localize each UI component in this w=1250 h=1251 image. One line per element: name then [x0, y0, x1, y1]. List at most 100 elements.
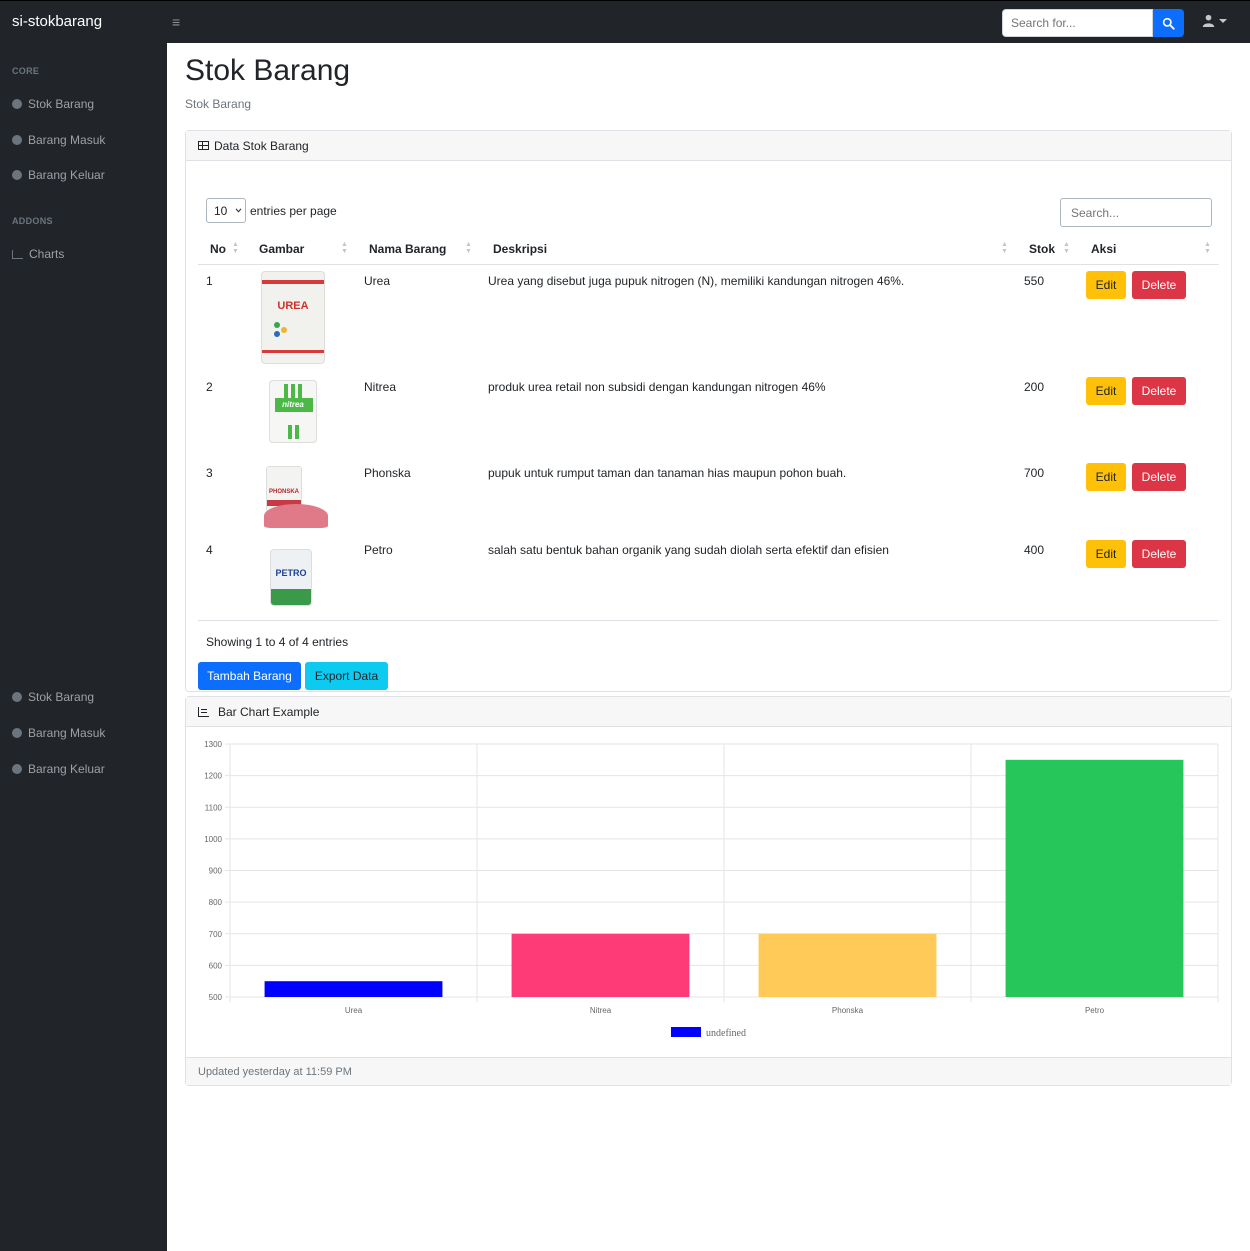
edit-button[interactable]: Edit [1086, 463, 1126, 491]
bag-stripe [288, 425, 292, 439]
caret-down-icon [1219, 18, 1227, 23]
chart-bar-icon [198, 706, 209, 717]
page-title: Stok Barang [185, 54, 351, 87]
bar-petro [1005, 759, 1184, 997]
delete-button[interactable]: Delete [1132, 271, 1186, 299]
cell-stok: 200 [1024, 380, 1045, 394]
sidebar: CORE Stok Barang Barang Masuk Barang Kel… [0, 43, 167, 1251]
add-item-button[interactable]: Tambah Barang [198, 662, 301, 690]
y-tick-label: 700 [209, 930, 223, 939]
logo-dot [281, 327, 287, 333]
cell-name: Urea [364, 274, 391, 288]
cell-no: 3 [206, 466, 213, 480]
navbar-search-button[interactable] [1153, 9, 1184, 37]
x-tick-label: Nitrea [590, 1006, 612, 1015]
user-icon [1202, 14, 1215, 27]
sidebar-item-label: Barang Keluar [28, 168, 105, 182]
sort-icon[interactable]: ▲ ▼ [1063, 241, 1070, 255]
sidebar-item-label: Stok Barang [28, 97, 95, 111]
sidebar-item-barang-keluar[interactable]: Barang Keluar [12, 168, 105, 182]
column-header-nama-barang[interactable]: Nama Barang [369, 242, 446, 256]
bar-phonska [758, 933, 937, 997]
sidebar-item-barang-masuk[interactable]: Barang Masuk [12, 133, 105, 147]
navbar-search [1002, 9, 1184, 37]
y-tick-label: 1300 [204, 740, 222, 749]
edit-button[interactable]: Edit [1086, 377, 1126, 405]
dashboard-icon [12, 728, 22, 738]
y-tick-label: 900 [209, 867, 223, 876]
cell-stok: 550 [1024, 274, 1045, 288]
table-header-divider [198, 264, 1219, 265]
logo-dot [274, 331, 280, 337]
search-icon [1162, 17, 1175, 30]
dashboard-icon [12, 170, 22, 180]
bar-chart: 500 600 700 800 900 1000 1100 1200 1300 Urea Nitre… [204, 740, 1219, 1039]
column-header-gambar[interactable]: Gambar [259, 242, 304, 256]
column-header-stok[interactable]: Stok [1029, 242, 1055, 256]
column-header-no[interactable]: No [210, 242, 226, 256]
sidebar-heading-core: CORE [12, 66, 40, 76]
cell-stok: 400 [1024, 543, 1045, 557]
delete-button[interactable]: Delete [1132, 377, 1186, 405]
sidebar-item-stok-barang[interactable]: Stok Barang [12, 690, 94, 704]
bag-stripe [284, 384, 288, 398]
sidebar-item-barang-keluar[interactable]: Barang Keluar [12, 762, 105, 776]
bag-stripe [262, 280, 324, 284]
x-tick-label: Petro [1085, 1006, 1105, 1015]
delete-button[interactable]: Delete [1132, 463, 1186, 491]
sidebar-item-label: Barang Masuk [28, 133, 106, 147]
y-tick-label: 1100 [205, 803, 223, 812]
x-tick-label: Urea [345, 1006, 363, 1015]
sidebar-item-stok-barang[interactable]: Stok Barang [12, 97, 94, 111]
bag-stripe [295, 425, 299, 439]
bag-bottom-band [271, 589, 311, 605]
sidebar-item-barang-masuk[interactable]: Barang Masuk [12, 726, 105, 740]
cell-description: Urea yang disebut juga pupuk nitrogen (N… [488, 274, 905, 288]
y-tick-label: 600 [209, 961, 223, 970]
dashboard-icon [12, 135, 22, 145]
card-header-title: Bar Chart Example [218, 704, 320, 719]
sidebar-item-label: Barang Masuk [28, 726, 106, 740]
stock-table-card: Data Stok Barang 10 entries per page No … [185, 130, 1232, 692]
sort-icon[interactable]: ▲ ▼ [465, 241, 472, 255]
edit-button[interactable]: Edit [1086, 271, 1126, 299]
sort-icon[interactable]: ▲ ▼ [341, 241, 348, 255]
x-tick-label: Phonska [832, 1006, 864, 1015]
edit-button[interactable]: Edit [1086, 540, 1126, 568]
table-info: Showing 1 to 4 of 4 entries [206, 635, 349, 649]
chart-area-icon [12, 249, 23, 259]
brand-link[interactable]: si-stokbarang [12, 13, 102, 30]
card-header-title: Data Stok Barang [214, 138, 309, 153]
cell-name: Nitrea [364, 380, 397, 394]
sort-icon[interactable]: ▲ ▼ [1204, 241, 1211, 255]
column-header-aksi[interactable]: Aksi [1091, 242, 1116, 256]
bag-label: UREA [277, 300, 309, 312]
per-page-select[interactable]: 10 [206, 198, 246, 223]
table-bottom-divider [198, 620, 1219, 621]
sidebar-item-label: Barang Keluar [28, 762, 105, 776]
sort-icon[interactable]: ▲ ▼ [232, 241, 239, 255]
top-navbar: si-stokbarang ≡ [0, 0, 1250, 43]
sidebar-item-charts[interactable]: Charts [12, 247, 64, 261]
dashboard-icon [12, 692, 22, 702]
entries-per-page: 10 entries per page [206, 198, 337, 223]
urea-bag-image: UREA [261, 271, 325, 364]
column-header-deskripsi[interactable]: Deskripsi [493, 242, 547, 256]
card-header: Bar Chart Example [186, 697, 1231, 727]
delete-button[interactable]: Delete [1132, 540, 1186, 568]
navbar-search-input[interactable] [1002, 9, 1153, 37]
bag-stripe [262, 350, 324, 353]
bag-stripe [298, 384, 302, 398]
bar-urea [264, 981, 443, 997]
table-search-input[interactable] [1060, 198, 1212, 227]
nitrea-bag-image: nitrea [269, 380, 317, 443]
logo-dot [274, 322, 280, 328]
sort-icon[interactable]: ▲ ▼ [1001, 241, 1008, 255]
user-menu[interactable] [1202, 14, 1227, 27]
per-page-label: entries per page [250, 203, 337, 218]
sidebar-toggle-icon[interactable]: ≡ [172, 14, 180, 30]
petro-bag-image: PETRO [270, 549, 312, 606]
cell-description: produk urea retail non subsidi dengan ka… [488, 380, 826, 394]
cell-no: 4 [206, 543, 213, 557]
export-data-button[interactable]: Export Data [305, 662, 388, 690]
